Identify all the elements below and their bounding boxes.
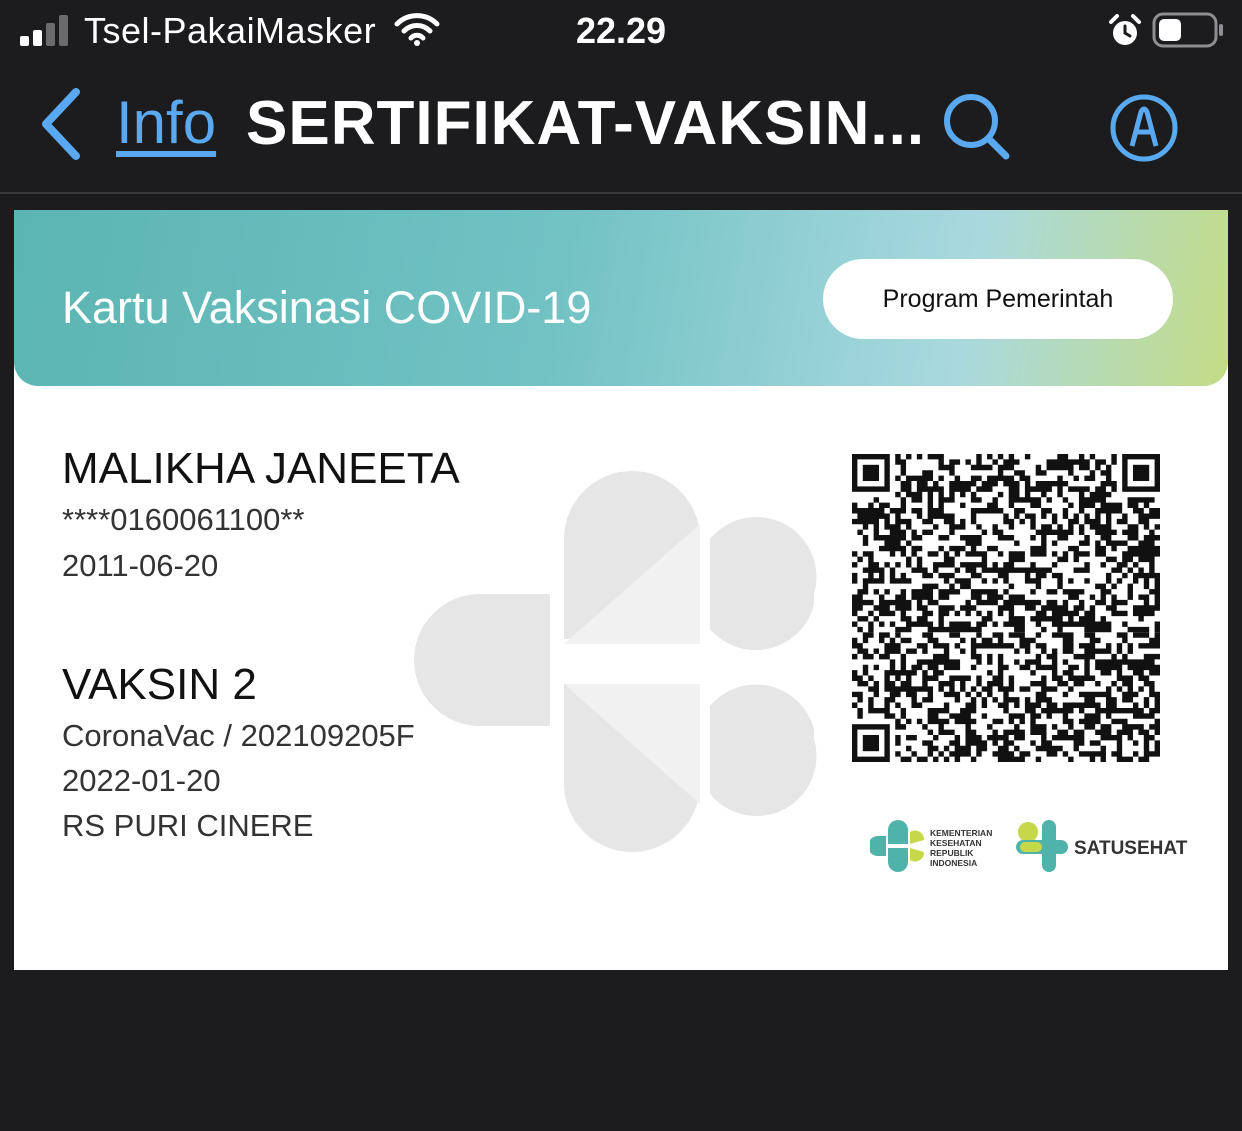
battery-icon xyxy=(1152,12,1223,48)
nav-bar: Info SERTIFIKAT-VAKSIN... xyxy=(0,64,1242,194)
alarm-icon xyxy=(1109,14,1141,45)
qr-finder-pattern xyxy=(852,724,890,762)
program-badge: Program Pemerintah xyxy=(823,259,1173,339)
qr-modules xyxy=(852,454,1160,762)
qr-code xyxy=(852,454,1160,762)
status-bar: Tsel-PakaiMasker 22.29 xyxy=(0,0,1242,64)
masked-id-number: ****0160061100** xyxy=(62,502,305,537)
clock: 22.29 xyxy=(575,10,667,51)
document-title: SERTIFIKAT-VAKSIN... xyxy=(246,89,926,158)
kemenkes-logo-icon xyxy=(870,820,925,872)
qr-finder-pattern xyxy=(1122,454,1160,492)
holder-name: MALIKHA JANEETA xyxy=(62,444,460,493)
card-header: Kartu Vaksinasi COVID-19 Program Pemerin… xyxy=(14,210,1228,386)
kemenkes-line: KESEHATAN xyxy=(930,838,982,848)
birth-date: 2011-06-20 xyxy=(62,548,219,583)
vaccine-batch: CoronaVac / 202109205F xyxy=(62,718,415,753)
kemenkes-line: REPUBLIK xyxy=(930,848,974,858)
search-icon[interactable] xyxy=(940,90,1012,162)
vaccination-location: RS PURI CINERE xyxy=(62,808,314,843)
card-title: Kartu Vaksinasi COVID-19 xyxy=(62,282,592,333)
back-button[interactable]: Info xyxy=(116,88,216,157)
markup-icon[interactable] xyxy=(1108,92,1180,164)
vaccination-date: 2022-01-20 xyxy=(62,763,221,798)
satusehat-logo-text: SATUSEHAT xyxy=(1074,838,1188,859)
kemenkes-watermark-icon xyxy=(414,471,817,852)
satusehat-logo-icon xyxy=(1016,820,1068,872)
vaccine-dose: VAKSIN 2 xyxy=(62,660,257,709)
kemenkes-line: INDONESIA xyxy=(930,858,978,868)
kemenkes-logo-text: KEMENTERIAN KESEHATAN REPUBLIK INDONESIA xyxy=(930,828,1010,868)
back-chevron-icon[interactable] xyxy=(36,86,88,162)
kemenkes-line: KEMENTERIAN xyxy=(930,828,993,838)
qr-finder-pattern xyxy=(852,454,890,492)
vaccination-card: Kartu Vaksinasi COVID-19 Program Pemerin… xyxy=(14,210,1228,970)
